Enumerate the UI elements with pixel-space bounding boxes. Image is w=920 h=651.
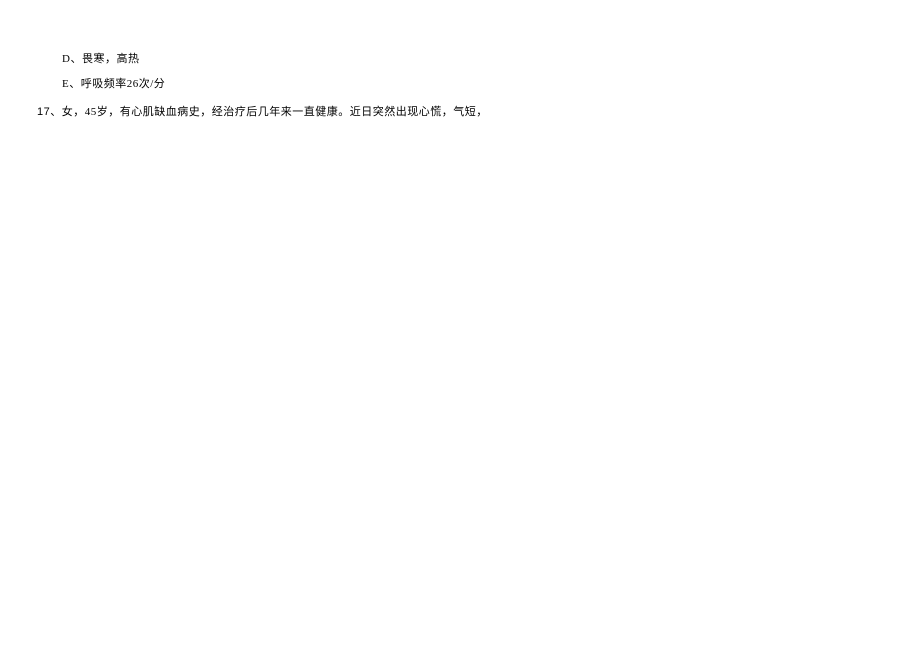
option-d: D、畏寒，高热 [62,52,920,67]
option-e: E、呼吸频率26次/分 [62,77,920,92]
question-text: 、女，45岁，有心肌缺血病史，经治疗后几年来一直健康。近日突然出现心慌，气短， [50,106,488,118]
option-e-text: E、呼吸频率26次/分 [62,78,165,90]
question-17: 17、女，45岁，有心肌缺血病史，经治疗后几年来一直健康。近日突然出现心慌，气短… [37,105,920,120]
question-number: 17 [37,106,50,118]
option-d-text: D、畏寒，高热 [62,53,139,65]
